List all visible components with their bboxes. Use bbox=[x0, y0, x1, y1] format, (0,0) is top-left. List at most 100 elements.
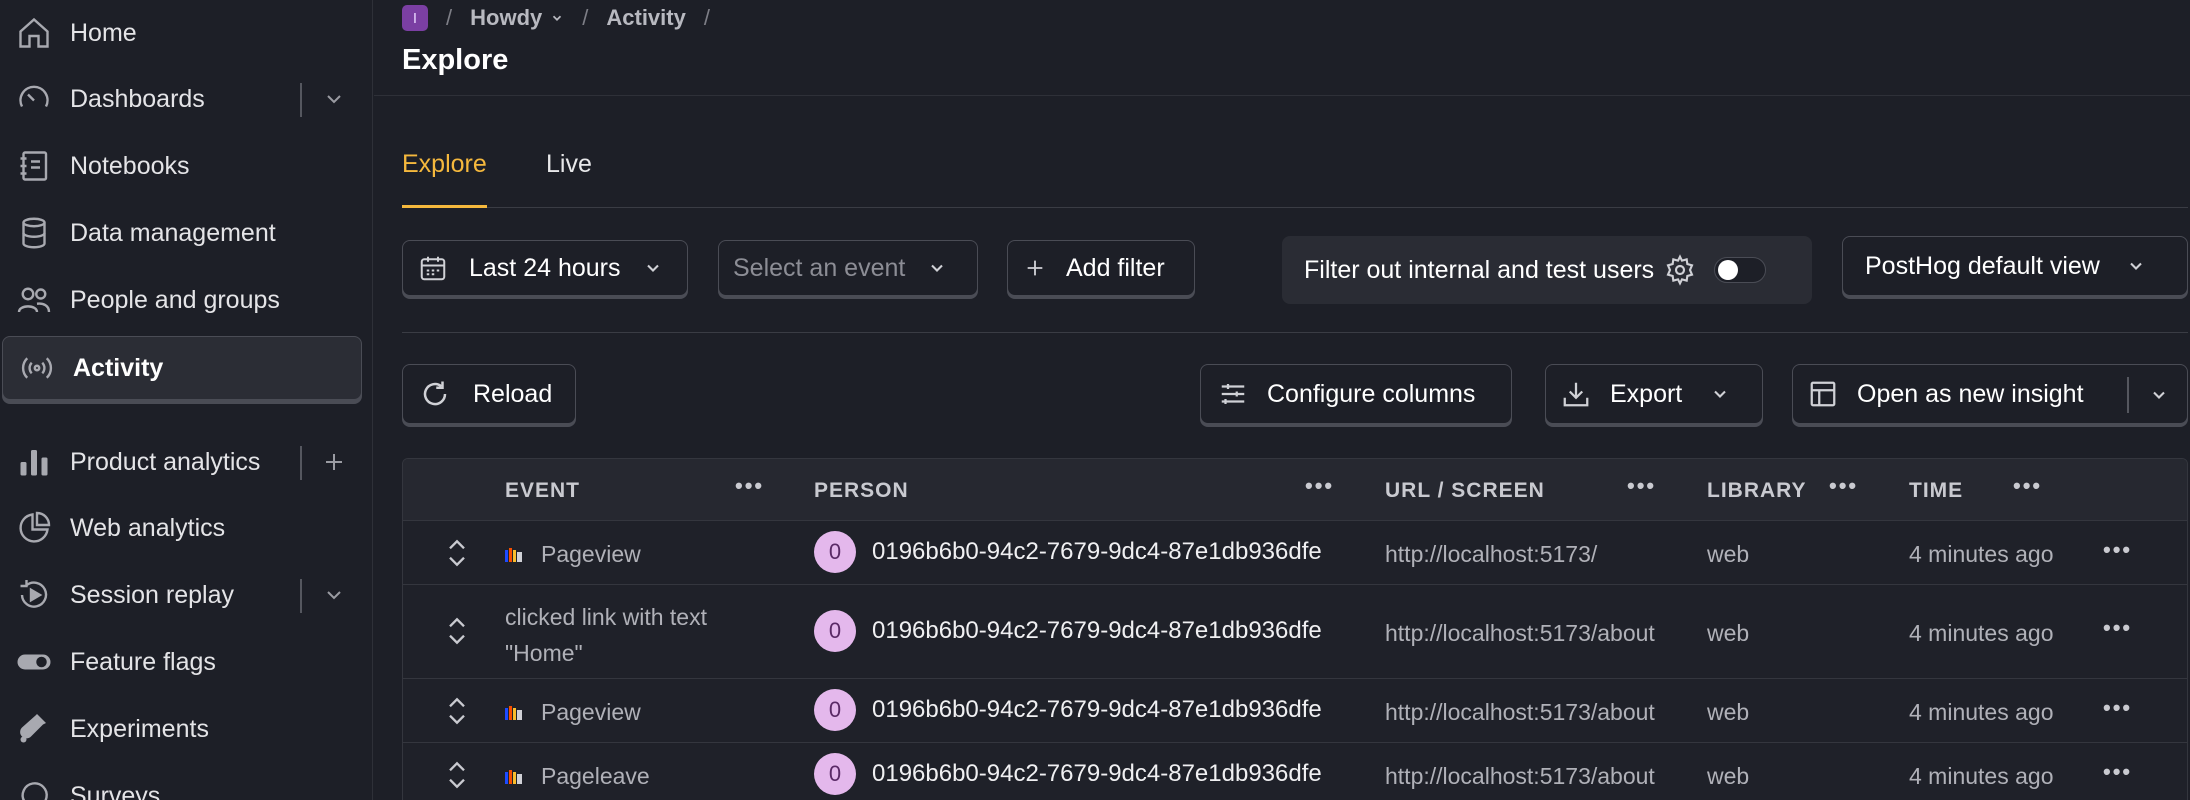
tab-explore[interactable]: Explore bbox=[402, 150, 487, 208]
sliders-icon bbox=[1217, 378, 1249, 410]
divider bbox=[300, 83, 302, 117]
divider bbox=[2127, 377, 2129, 413]
column-menu-icon[interactable]: ••• bbox=[2013, 473, 2042, 499]
sidebar-item-product-analytics[interactable]: Product analytics bbox=[0, 430, 363, 494]
event-name: Pageview bbox=[541, 699, 641, 725]
row-menu-icon[interactable]: ••• bbox=[2103, 615, 2132, 641]
sidebar-item-web-analytics[interactable]: Web analytics bbox=[0, 496, 363, 560]
column-menu-icon[interactable]: ••• bbox=[1305, 473, 1334, 499]
configure-columns-button[interactable]: Configure columns bbox=[1200, 364, 1512, 424]
person-cell[interactable]: 0 0196b6b0-94c2-7679-9dc4-87e1db936dfe bbox=[814, 753, 1322, 795]
time-cell: 4 minutes ago bbox=[1909, 763, 2054, 789]
sidebar-item-session-replay[interactable]: Session replay bbox=[0, 563, 363, 627]
column-header-time: TIME bbox=[1909, 479, 1964, 502]
page-header: I / Howdy / Activity / Explore bbox=[374, 0, 2190, 96]
person-cell[interactable]: 0 0196b6b0-94c2-7679-9dc4-87e1db936dfe bbox=[814, 689, 1322, 731]
open-as-insight-button[interactable]: Open as new insight bbox=[1792, 364, 2188, 424]
time-cell: 4 minutes ago bbox=[1909, 620, 2054, 646]
expand-icon[interactable] bbox=[443, 535, 471, 571]
sidebar-item-label: Experiments bbox=[70, 714, 209, 743]
column-header-url: URL / SCREEN bbox=[1385, 479, 1545, 502]
person-cell[interactable]: 0 0196b6b0-94c2-7679-9dc4-87e1db936dfe bbox=[814, 531, 1322, 573]
table-row[interactable]: Pageview 0 0196b6b0-94c2-7679-9dc4-87e1d… bbox=[403, 679, 2187, 743]
chevron-down-icon[interactable] bbox=[2149, 385, 2169, 405]
notebook-icon bbox=[14, 146, 54, 186]
org-badge[interactable]: I bbox=[402, 5, 428, 31]
sidebar-item-data-management[interactable]: Data management bbox=[0, 201, 363, 265]
time-cell: 4 minutes ago bbox=[1909, 699, 2054, 725]
row-menu-icon[interactable]: ••• bbox=[2103, 759, 2132, 785]
sidebar-item-label: Session replay bbox=[70, 580, 234, 609]
table-icon bbox=[1807, 378, 1839, 410]
column-menu-icon[interactable]: ••• bbox=[735, 473, 764, 499]
person-id[interactable]: 0196b6b0-94c2-7679-9dc4-87e1db936dfe bbox=[872, 538, 1322, 566]
chevron-down-icon[interactable] bbox=[316, 79, 352, 119]
replay-icon bbox=[14, 575, 54, 615]
date-range-select[interactable]: Last 24 hours bbox=[402, 240, 688, 296]
event-name: clicked link with text bbox=[505, 604, 707, 630]
reload-label: Reload bbox=[473, 379, 553, 408]
chevron-down-icon[interactable] bbox=[316, 575, 352, 615]
person-id[interactable]: 0196b6b0-94c2-7679-9dc4-87e1db936dfe bbox=[872, 617, 1322, 645]
expand-icon[interactable] bbox=[443, 757, 471, 793]
export-button[interactable]: Export bbox=[1545, 364, 1763, 424]
chevron-down-icon[interactable] bbox=[550, 11, 564, 25]
bar-chart-icon bbox=[14, 442, 54, 482]
view-select[interactable]: PostHog default view bbox=[1842, 236, 2188, 296]
url-cell: http://localhost:5173/about bbox=[1385, 620, 1655, 646]
sidebar-item-feature-flags[interactable]: Feature flags bbox=[0, 630, 363, 694]
breadcrumb-project[interactable]: Howdy bbox=[470, 5, 542, 31]
view-select-label: PostHog default view bbox=[1865, 251, 2100, 280]
event-cell: clicked link with text "Home" bbox=[505, 599, 707, 671]
page-title: Explore bbox=[402, 44, 509, 76]
breadcrumb-section[interactable]: Activity bbox=[606, 5, 685, 31]
tab-bar: Explore Live bbox=[402, 130, 2188, 208]
column-menu-icon[interactable]: ••• bbox=[1829, 473, 1858, 499]
table-header: EVENT ••• PERSON ••• URL / SCREEN ••• LI… bbox=[403, 459, 2187, 521]
event-name: Pageview bbox=[541, 541, 641, 567]
date-range-label: Last 24 hours bbox=[469, 253, 621, 282]
expand-icon[interactable] bbox=[443, 613, 471, 649]
sidebar-item-home[interactable]: Home bbox=[0, 1, 363, 65]
row-menu-icon[interactable]: ••• bbox=[2103, 537, 2132, 563]
open-as-insight-label: Open as new insight bbox=[1857, 379, 2084, 408]
event-select-placeholder: Select an event bbox=[733, 253, 906, 282]
person-id[interactable]: 0196b6b0-94c2-7679-9dc4-87e1db936dfe bbox=[872, 696, 1322, 724]
sidebar-item-label: Web analytics bbox=[70, 513, 226, 542]
person-cell[interactable]: 0 0196b6b0-94c2-7679-9dc4-87e1db936dfe bbox=[814, 610, 1322, 652]
calendar-icon bbox=[417, 252, 449, 284]
add-filter-label: Add filter bbox=[1066, 253, 1165, 282]
sidebar-item-label: Home bbox=[70, 18, 137, 47]
event-select[interactable]: Select an event bbox=[718, 240, 978, 296]
survey-icon bbox=[14, 776, 54, 800]
sidebar-item-dashboards[interactable]: Dashboards bbox=[0, 67, 363, 131]
internal-users-filter: Filter out internal and test users bbox=[1282, 236, 1812, 304]
internal-users-toggle[interactable] bbox=[1714, 257, 1767, 283]
row-menu-icon[interactable]: ••• bbox=[2103, 695, 2132, 721]
table-row[interactable]: clicked link with text "Home" 0 0196b6b0… bbox=[403, 585, 2187, 679]
events-table: EVENT ••• PERSON ••• URL / SCREEN ••• LI… bbox=[402, 458, 2188, 800]
add-filter-button[interactable]: Add filter bbox=[1007, 240, 1195, 296]
column-menu-icon[interactable]: ••• bbox=[1627, 473, 1656, 499]
time-cell: 4 minutes ago bbox=[1909, 541, 2054, 567]
plus-icon[interactable] bbox=[316, 442, 352, 482]
sidebar-item-label: Product analytics bbox=[70, 447, 261, 476]
sidebar-item-people[interactable]: People and groups bbox=[0, 268, 363, 332]
sidebar-item-label: Dashboards bbox=[70, 84, 205, 113]
tab-live[interactable]: Live bbox=[546, 150, 592, 208]
expand-icon[interactable] bbox=[443, 693, 471, 729]
sidebar-item-notebooks[interactable]: Notebooks bbox=[0, 134, 363, 198]
reload-button[interactable]: Reload bbox=[402, 364, 576, 424]
sidebar-item-experiments[interactable]: Experiments bbox=[0, 697, 363, 761]
table-row[interactable]: Pageleave 0 0196b6b0-94c2-7679-9dc4-87e1… bbox=[403, 743, 2187, 800]
library-cell: web bbox=[1707, 620, 1750, 646]
sidebar-item-label: Activity bbox=[73, 353, 164, 382]
gear-icon[interactable] bbox=[1664, 254, 1696, 286]
sidebar-item-label: People and groups bbox=[70, 285, 280, 314]
table-row[interactable]: Pageview 0 0196b6b0-94c2-7679-9dc4-87e1d… bbox=[403, 521, 2187, 585]
export-label: Export bbox=[1610, 379, 1683, 408]
person-id[interactable]: 0196b6b0-94c2-7679-9dc4-87e1db936dfe bbox=[872, 760, 1322, 788]
sidebar-item-activity[interactable]: Activity bbox=[2, 336, 362, 400]
sidebar-item-surveys[interactable]: Surveys bbox=[0, 764, 363, 800]
column-header-library: LIBRARY bbox=[1707, 479, 1807, 502]
